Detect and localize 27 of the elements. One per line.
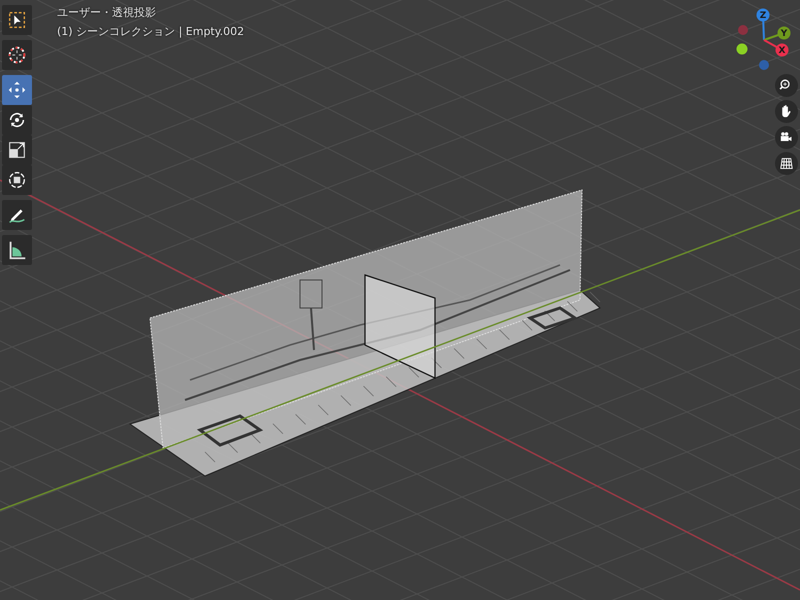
axis-label: Y [780, 29, 788, 40]
tool-button[interactable] [2, 165, 32, 195]
viewport-nav-button[interactable] [775, 100, 798, 123]
viewport-nav-button[interactable] [775, 152, 798, 175]
tool-button[interactable] [2, 5, 32, 35]
negative-axis-dot[interactable] [738, 25, 748, 35]
axis-label: Z [760, 11, 766, 22]
negative-axis-dot[interactable] [759, 60, 769, 70]
crosshair-cursor-icon [6, 44, 28, 66]
view-name: ユーザー・透視投影 [57, 5, 157, 20]
viewport-nav-button[interactable] [775, 74, 798, 97]
viewport-nav-button[interactable] [775, 126, 798, 149]
axis-label: X [778, 46, 786, 56]
tool-button[interactable] [2, 40, 32, 70]
scale-icon [6, 139, 28, 161]
move-arrows-icon [6, 79, 28, 101]
axis-handle[interactable] [778, 26, 790, 40]
grid-plane-icon [778, 155, 795, 172]
tool-button[interactable] [2, 200, 32, 230]
negative-axis-dot[interactable] [736, 44, 748, 54]
transform-icon [6, 169, 28, 191]
tool-button[interactable] [2, 235, 32, 265]
select-box-icon [6, 9, 28, 31]
tool-button[interactable] [2, 105, 32, 135]
axis-handle[interactable] [776, 44, 788, 56]
axis-handle[interactable] [756, 8, 770, 22]
object-info: (1) シーンコレクション | Empty.002 [57, 24, 244, 39]
